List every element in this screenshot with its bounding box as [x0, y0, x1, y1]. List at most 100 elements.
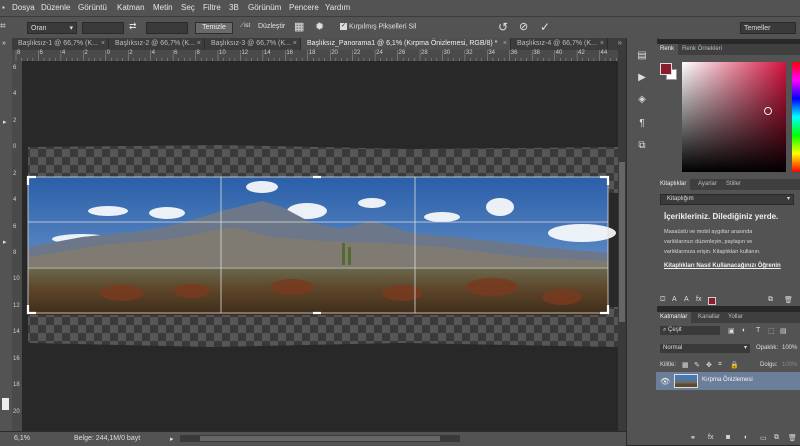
tab-document-panorama[interactable]: Başlıksız_Panorama1 @ 6,1% (Kırpma Önizl… [301, 38, 511, 50]
gear-icon[interactable]: ✹ [315, 20, 324, 33]
swap-arrows-icon[interactable]: ⇄ [129, 21, 137, 32]
tab-styles[interactable]: Stiller [722, 179, 745, 190]
layer-name[interactable]: Kırpma Önizlemesi [702, 377, 753, 383]
workspace-select[interactable]: Temeller [740, 22, 796, 34]
ratio-select[interactable]: Oran ▾ [27, 22, 77, 34]
checkmark-icon[interactable]: ✓ [540, 20, 550, 34]
tab-libraries[interactable]: Kitaplıklar [656, 179, 691, 190]
close-icon[interactable]: × [101, 38, 105, 50]
height-field[interactable] [146, 22, 188, 34]
filter-adjustment-icon[interactable]: ◐ [742, 327, 746, 334]
library-help-link[interactable]: Kitaplıkları Nasıl Kullanacağınızı Öğren… [664, 263, 781, 269]
layer-filter-select[interactable]: ⌕ Çeşit [660, 326, 720, 335]
paragraph-icon[interactable]: ¶ [636, 118, 648, 130]
mask-icon[interactable]: ◙ [726, 434, 730, 441]
tab-paths[interactable]: Yollar [724, 312, 747, 323]
clear-button[interactable]: Temizle [195, 22, 233, 34]
filter-type-icon[interactable]: T [756, 327, 760, 334]
filter-smart-icon[interactable]: ▤ [780, 327, 787, 335]
trash-icon[interactable]: 🗑 [788, 434, 797, 442]
cancel-icon[interactable]: ⊘ [519, 20, 528, 33]
adjustment-layer-icon[interactable]: ◐ [744, 434, 748, 441]
picker-cursor[interactable] [764, 107, 772, 115]
grid-overlay-icon[interactable]: ▦ [294, 20, 304, 33]
zoom-level[interactable]: 6,1% [14, 435, 30, 442]
library-color-swatch[interactable] [708, 297, 716, 305]
menu-view[interactable]: Görünüm [248, 3, 281, 12]
tool-presets-icon[interactable]: ⧉ [636, 140, 648, 152]
trash-icon[interactable]: 🗑 [784, 296, 793, 304]
tab-document-2[interactable]: Başlıksız-2 @ 66,7% (K... × [109, 38, 205, 50]
link-icon[interactable]: ⚭ [690, 434, 696, 442]
color-picker-field[interactable] [682, 62, 786, 172]
foreground-swatch-icon[interactable] [2, 398, 9, 410]
delete-cropped-checkbox[interactable]: ✓ Kırpılmış Pikselleri Sil [340, 23, 416, 30]
opacity-value[interactable]: 100% [782, 345, 797, 351]
menu-file[interactable]: Dosya [12, 3, 35, 12]
tab-color[interactable]: Renk [656, 44, 679, 55]
tab-swatches[interactable]: Renk Örnekleri [678, 44, 726, 55]
tabs-overflow-icon[interactable]: » [618, 38, 622, 47]
canvas-area[interactable] [22, 61, 618, 431]
close-icon[interactable]: × [197, 38, 201, 50]
lock-icon[interactable]: 🔒 [730, 361, 739, 369]
menu-window[interactable]: Pencere [289, 3, 319, 12]
tab-document-4[interactable]: Başlıksız-4 @ 66,7% (K... × [511, 38, 608, 50]
character-style-icon[interactable]: A [672, 296, 677, 303]
eye-icon[interactable]: 👁 [660, 377, 670, 386]
folder-icon[interactable]: ▭ [760, 434, 767, 442]
scroll-thumb[interactable] [619, 162, 625, 322]
tab-layers[interactable]: Katmanlar [656, 312, 692, 323]
ps-logo-icon[interactable]: ▪ [2, 3, 5, 12]
new-layer-icon[interactable]: ⧉ [774, 434, 779, 442]
fx-icon[interactable]: fx [708, 434, 713, 441]
menu-edit[interactable]: Düzenle [41, 3, 70, 12]
straighten-icon[interactable]: ⟋ist [240, 23, 250, 30]
menu-help[interactable]: Yardım [325, 3, 350, 12]
vertical-scrollbar[interactable] [618, 50, 626, 431]
library-dropdown[interactable]: Kitaplığım ▾ [660, 194, 794, 205]
straighten-label[interactable]: Düzleştir [258, 23, 285, 30]
library-icon[interactable]: ⧉ [768, 296, 773, 304]
lock-artboard-icon[interactable]: ⌗ [718, 361, 722, 369]
panorama-canvas[interactable] [22, 61, 618, 431]
rotate-ccw-icon[interactable]: ↺ [498, 20, 508, 34]
lock-transparent-icon[interactable]: ▦ [682, 361, 689, 369]
lock-move-icon[interactable]: ✥ [706, 361, 712, 369]
hue-slider[interactable] [792, 62, 800, 172]
menu-filter[interactable]: Filtre [203, 3, 221, 12]
fill-value[interactable]: 100% [782, 362, 797, 368]
blend-mode-select[interactable]: Normal ▾ [660, 344, 750, 353]
tab-document-1[interactable]: Başlıksız-1 @ 66,7% (K... × [12, 38, 109, 50]
tab-adjustments[interactable]: Ayarlar [694, 179, 721, 190]
tool-icon[interactable]: ▸ [3, 118, 7, 126]
fx-icon[interactable]: fx [696, 296, 701, 303]
menu-select[interactable]: Seç [181, 3, 195, 12]
menu-3d[interactable]: 3B [229, 3, 239, 12]
tool-icon[interactable]: ▸ [3, 238, 7, 246]
text-style-icon[interactable]: A [684, 296, 689, 303]
filter-shape-icon[interactable]: ⬚ [768, 327, 775, 335]
tab-channels[interactable]: Kanallar [694, 312, 724, 323]
close-icon[interactable]: × [503, 38, 507, 50]
filter-pixel-icon[interactable]: ▣ [728, 327, 735, 335]
history-icon[interactable]: ▤ [636, 50, 648, 62]
layer-row[interactable]: 👁 Kırpma Önizlemesi [656, 372, 800, 390]
close-icon[interactable]: × [293, 38, 297, 50]
play-icon[interactable]: ▶ [636, 72, 648, 84]
paint-bucket-icon[interactable]: ⛋ [660, 296, 665, 304]
close-icon[interactable]: × [600, 38, 604, 50]
foreground-color[interactable] [660, 63, 672, 75]
menu-image[interactable]: Görüntü [78, 3, 107, 12]
lock-paint-icon[interactable]: ✎ [694, 361, 700, 369]
adjustments-icon[interactable]: ◈ [636, 94, 648, 106]
crop-tool-icon[interactable]: ⌗ [0, 21, 6, 32]
menu-type[interactable]: Metin [153, 3, 173, 12]
tab-document-3[interactable]: Başlıksız-3 @ 66,7% (K... × [205, 38, 301, 50]
scroll-thumb[interactable] [200, 436, 440, 441]
width-field[interactable] [82, 22, 124, 34]
collapse-icon[interactable]: » [2, 40, 6, 47]
menu-layer[interactable]: Katman [117, 3, 145, 12]
chevron-right-icon[interactable]: ▸ [170, 435, 174, 443]
horizontal-scrollbar[interactable] [180, 435, 460, 442]
